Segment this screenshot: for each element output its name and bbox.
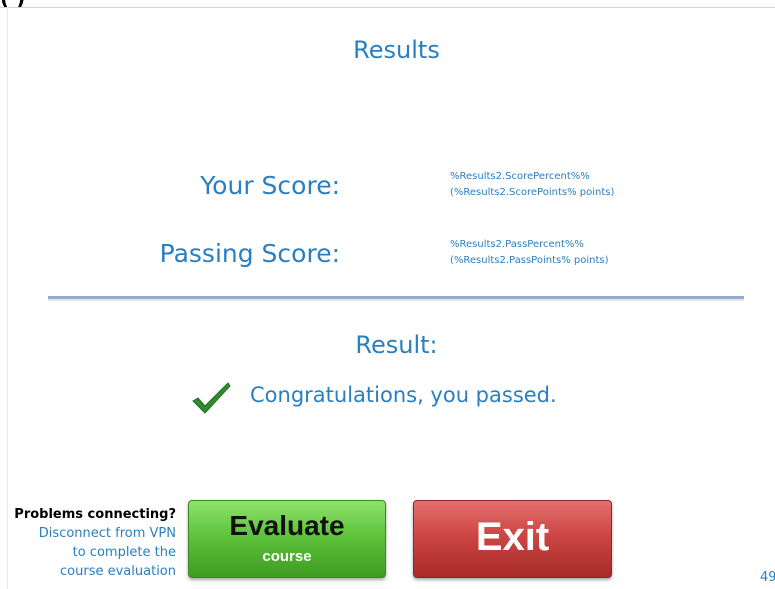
connection-help-line: to complete the (72, 545, 176, 560)
left-border (7, 7, 8, 589)
passing-score-value: %Results2.PassPercent%% (%Results2.PassP… (450, 237, 609, 269)
your-score-value: %Results2.ScorePercent%% (%Results2.Scor… (450, 169, 614, 201)
evaluate-button-sublabel: course (262, 548, 312, 565)
results-slide: ( ) Results Your Score: %Results2.ScoreP… (0, 0, 775, 589)
exit-button[interactable]: Exit (413, 500, 612, 578)
passing-score-label: Passing Score: (159, 239, 340, 268)
result-label: Result: (355, 331, 438, 359)
section-divider-shine (48, 299, 744, 301)
your-score-percent: %Results2.ScorePercent%% (450, 171, 590, 182)
your-score-label: Your Score: (200, 171, 340, 200)
checkmark-icon (192, 382, 231, 414)
page-number: 49 (760, 570, 775, 585)
connection-help: Problems connecting? Disconnect from VPN… (0, 505, 176, 581)
exit-button-label: Exit (475, 515, 550, 559)
connection-help-line: Disconnect from VPN (38, 526, 176, 541)
page-title: Results (353, 36, 440, 64)
connection-help-heading: Problems connecting? (14, 507, 176, 522)
passing-score-percent: %Results2.PassPercent%% (450, 239, 584, 250)
result-message: Congratulations, you passed. (250, 383, 557, 407)
evaluate-course-button[interactable]: Evaluate course (188, 500, 386, 578)
your-score-points: (%Results2.ScorePoints% points) (450, 187, 615, 198)
evaluate-button-label: Evaluate (229, 510, 345, 541)
top-border (0, 7, 775, 8)
connection-help-line: course evaluation (60, 564, 176, 579)
passing-score-points: (%Results2.PassPoints% points) (450, 255, 609, 266)
